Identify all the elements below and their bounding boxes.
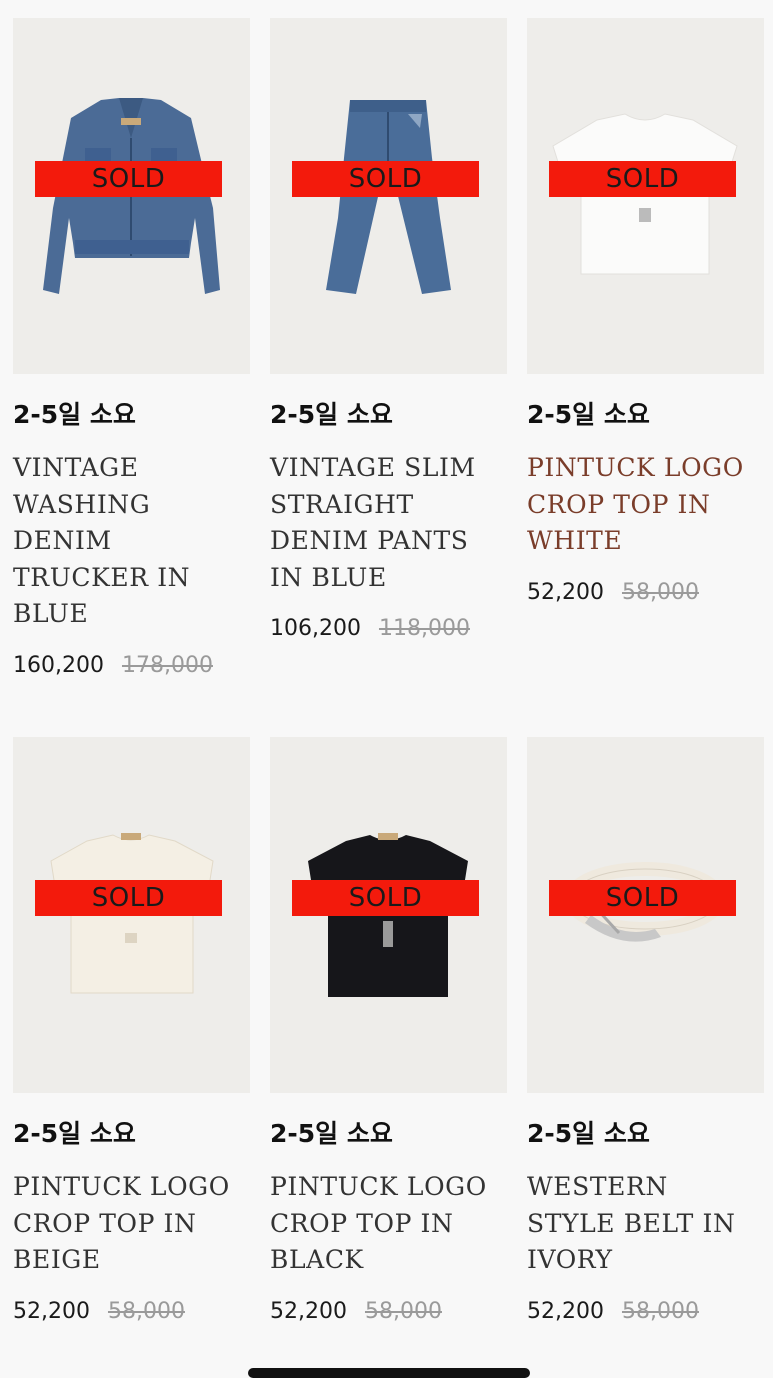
original-price: 58,000 (621, 1298, 699, 1324)
product-thumbnail[interactable]: SOLD (270, 18, 507, 374)
sale-price: 52,200 (13, 1298, 90, 1324)
product-name[interactable]: VINTAGE SLIM STRAIGHT DENIM PANTS IN BLU… (270, 450, 507, 596)
product-card[interactable]: SOLD 2-5일 소요 PINTUCK LOGO CROP TOP IN BL… (270, 737, 507, 1327)
sold-badge: SOLD (292, 161, 479, 197)
home-indicator-bar[interactable] (248, 1368, 530, 1378)
product-name-line: WHITE (527, 526, 623, 556)
original-price: 58,000 (107, 1298, 185, 1324)
shipping-time: 2-5일 소요 (13, 400, 136, 429)
product-thumbnail[interactable]: SOLD (13, 18, 250, 374)
original-price: 118,000 (378, 616, 470, 642)
price-row: 52,200 58,000 (527, 1297, 764, 1327)
product-name-line: DENIM (13, 526, 112, 556)
price-row: 160,200 178,000 (13, 651, 250, 681)
product-name-line: VINTAGE SLIM (270, 453, 476, 482)
product-name-line: WASHING (13, 489, 151, 519)
original-price: 58,000 (621, 579, 699, 605)
sold-badge: SOLD (549, 161, 736, 197)
product-name-line: PINTUCK LOGO (270, 1172, 487, 1201)
price-row: 52,200 58,000 (270, 1297, 507, 1327)
product-name-line: CROP TOP IN (13, 1208, 197, 1238)
shipping-time: 2-5일 소요 (270, 400, 393, 429)
product-name-line: STRAIGHT (270, 489, 414, 519)
product-name-line: DENIM PANTS (270, 526, 469, 556)
shipping-time: 2-5일 소요 (13, 1119, 136, 1148)
product-name-line: TRUCKER IN (13, 562, 191, 592)
sold-badge: SOLD (292, 880, 479, 916)
product-card[interactable]: SOLD 2-5일 소요 VINTAGE SLIM STRAIGHT DENIM… (270, 18, 507, 644)
product-name-line: BLACK (270, 1245, 364, 1275)
product-name-line: IVORY (527, 1245, 613, 1275)
product-card[interactable]: SOLD 2-5일 소요 WESTERN STYLE BELT IN IVORY… (527, 737, 764, 1327)
product-card[interactable]: SOLD 2-5일 소요 VINTAGE WASHING DENIM TRUCK… (13, 18, 250, 681)
original-price: 58,000 (364, 1298, 442, 1324)
product-name-line: CROP TOP IN (527, 489, 711, 519)
product-name[interactable]: PINTUCK LOGO CROP TOP IN BLACK (270, 1169, 507, 1279)
product-card[interactable]: SOLD 2-5일 소요 PINTUCK LOGO CROP TOP IN BE… (13, 737, 250, 1327)
sold-badge: SOLD (549, 880, 736, 916)
sale-price: 52,200 (527, 1298, 604, 1324)
product-name-line: BEIGE (13, 1245, 101, 1275)
product-name-line: VINTAGE (13, 453, 139, 482)
product-name-line: PINTUCK LOGO (13, 1172, 230, 1201)
shipping-time: 2-5일 소요 (527, 1119, 650, 1148)
sold-badge: SOLD (35, 880, 222, 916)
product-name[interactable]: PINTUCK LOGO CROP TOP IN BEIGE (13, 1169, 250, 1279)
sale-price: 160,200 (13, 652, 104, 678)
product-card[interactable]: SOLD 2-5일 소요 PINTUCK LOGO CROP TOP IN WH… (527, 18, 764, 608)
product-name-line: STYLE BELT IN (527, 1208, 736, 1238)
sale-price: 52,200 (527, 579, 604, 605)
sale-price: 52,200 (270, 1298, 347, 1324)
product-name-line: WESTERN (527, 1172, 668, 1201)
product-name[interactable]: WESTERN STYLE BELT IN IVORY (527, 1169, 764, 1279)
shipping-time: 2-5일 소요 (270, 1119, 393, 1148)
product-thumbnail[interactable]: SOLD (270, 737, 507, 1093)
price-row: 106,200 118,000 (270, 614, 507, 644)
sale-price: 106,200 (270, 616, 361, 642)
shipping-time: 2-5일 소요 (527, 400, 650, 429)
product-name-line: PINTUCK LOGO (527, 453, 744, 482)
price-row: 52,200 58,000 (527, 578, 764, 608)
product-name-line: IN BLUE (270, 562, 387, 592)
product-name[interactable]: PINTUCK LOGO CROP TOP IN WHITE (527, 450, 764, 560)
product-grid-page: SOLD 2-5일 소요 VINTAGE WASHING DENIM TRUCK… (0, 0, 773, 1378)
original-price: 178,000 (121, 652, 213, 678)
product-name-line: CROP TOP IN (270, 1208, 454, 1238)
product-name-line: BLUE (13, 599, 89, 629)
product-thumbnail[interactable]: SOLD (527, 737, 764, 1093)
product-name[interactable]: VINTAGE WASHING DENIM TRUCKER IN BLUE (13, 450, 250, 633)
product-thumbnail[interactable]: SOLD (527, 18, 764, 374)
product-thumbnail[interactable]: SOLD (13, 737, 250, 1093)
price-row: 52,200 58,000 (13, 1297, 250, 1327)
sold-badge: SOLD (35, 161, 222, 197)
